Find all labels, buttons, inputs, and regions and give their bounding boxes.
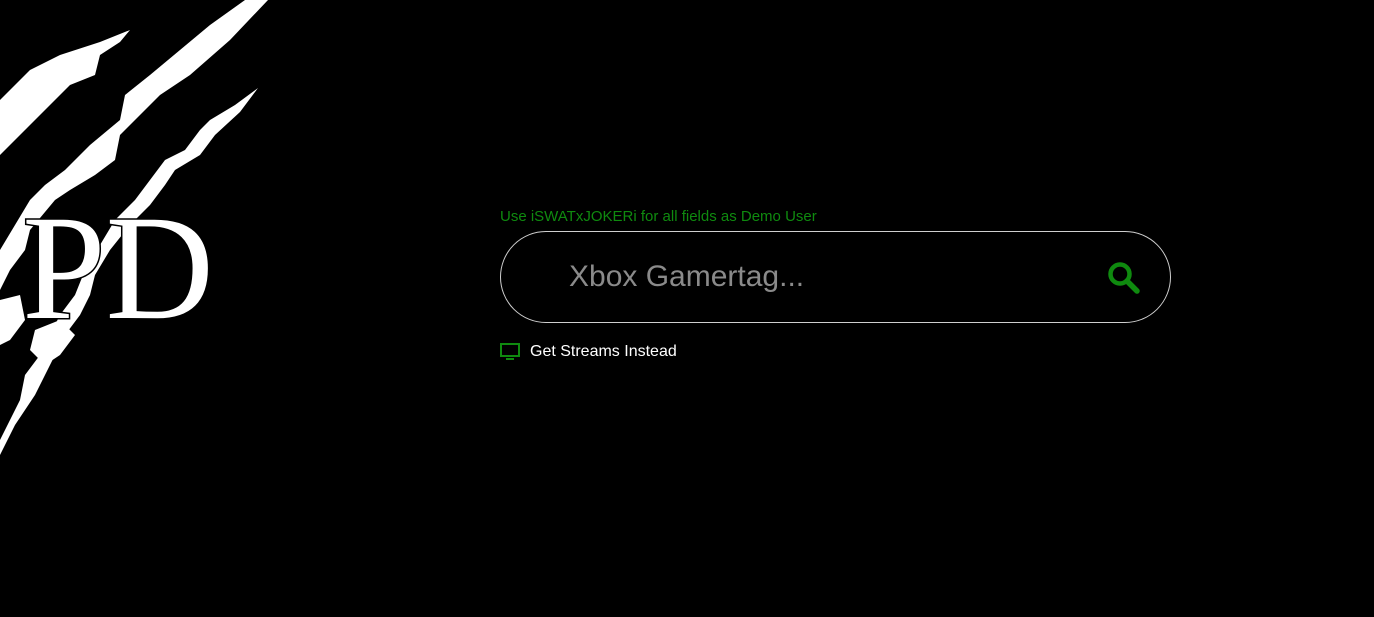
- search-box: [500, 231, 1171, 323]
- search-icon: [1108, 262, 1140, 294]
- get-streams-link[interactable]: Get Streams Instead: [500, 343, 677, 361]
- gamertag-search-input[interactable]: [569, 252, 1089, 302]
- logo-text: PD: [22, 185, 214, 351]
- monitor-icon: [500, 343, 520, 360]
- get-streams-label: Get Streams Instead: [530, 343, 677, 360]
- search-button[interactable]: [1106, 260, 1142, 296]
- page: PD Use iSWATxJOKERi for all fields as De…: [0, 0, 1374, 617]
- logo: PD: [0, 0, 268, 455]
- demo-user-hint: Use iSWATxJOKERi for all fields as Demo …: [500, 208, 817, 225]
